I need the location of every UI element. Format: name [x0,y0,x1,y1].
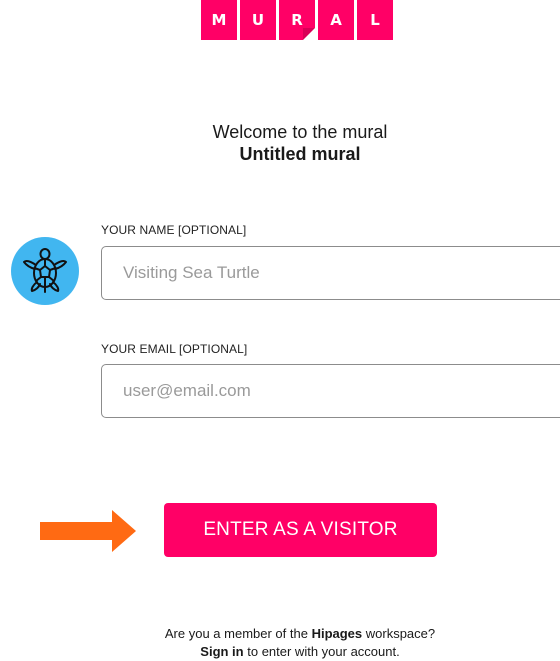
workspace-name: Hipages [311,626,363,641]
enter-as-visitor-button[interactable]: ENTER AS A VISITOR [164,503,437,557]
sign-in-link[interactable]: Sign in [200,644,243,659]
logo-letter: A [318,0,354,40]
footer-line-1: Are you a member of the Hipages workspac… [0,625,560,643]
footer-line-2: Sign in to enter with your account. [0,643,560,661]
email-input[interactable] [101,364,560,418]
email-label: YOUR EMAIL [OPTIONAL] [101,342,248,356]
welcome-text: Welcome to the mural [212,122,388,142]
logo-letter: U [240,0,276,40]
sign-in-suffix: to enter with your account. [243,644,400,659]
logo-letter: M [201,0,237,40]
welcome-heading: Welcome to the mural Untitled mural [0,121,560,165]
name-input[interactable] [101,246,560,300]
visitor-entry-page: M U R A L Welcome to the mural Untitled … [0,0,560,661]
arrow-right-icon [40,510,136,552]
footer-text: Are you a member of the Hipages workspac… [0,625,560,661]
sea-turtle-icon [23,248,67,293]
footer-suffix: workspace? [362,626,436,641]
logo-letter: L [357,0,393,40]
footer-prefix: Are you a member of the [164,626,312,641]
name-label: YOUR NAME [OPTIONAL] [101,223,247,237]
logo-letter: R [279,0,315,40]
avatar[interactable] [11,237,79,305]
mural-title: Untitled mural [239,144,361,164]
mural-logo: M U R A L [201,0,393,40]
